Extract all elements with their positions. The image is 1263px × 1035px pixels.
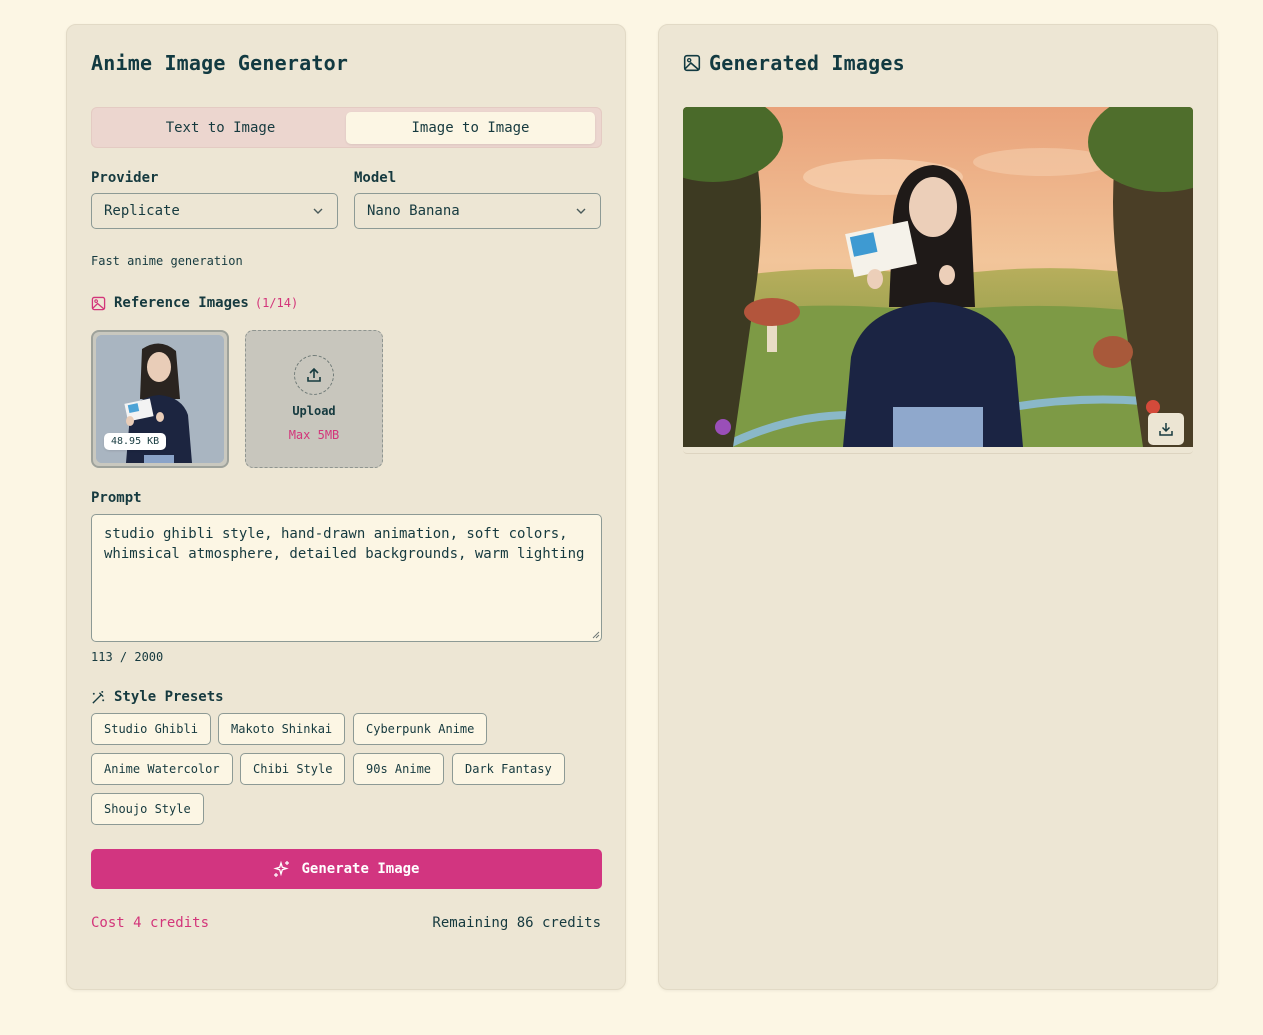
remaining-credits: Remaining 86 credits xyxy=(432,915,601,931)
prompt-input[interactable]: studio ghibli style, hand-drawn animatio… xyxy=(91,514,602,642)
mode-tabs: Text to Image Image to Image xyxy=(91,107,602,148)
prompt-label: Prompt xyxy=(91,490,142,506)
upload-label: Upload xyxy=(292,404,336,418)
page-title: Anime Image Generator xyxy=(91,51,349,75)
chevron-down-icon xyxy=(313,208,323,214)
reference-images-label: Reference Images xyxy=(114,295,249,311)
preset-chibi-style[interactable]: Chibi Style xyxy=(240,753,346,785)
results-title-label: Generated Images xyxy=(709,51,905,75)
preset-shoujo-style[interactable]: Shoujo Style xyxy=(91,793,204,825)
model-hint: Fast anime generation xyxy=(91,254,243,268)
upload-icon xyxy=(294,355,334,395)
reference-images-count: (1/14) xyxy=(254,296,299,310)
generator-panel: Anime Image Generator Text to Image Imag… xyxy=(66,24,626,990)
sparkles-icon xyxy=(273,860,290,877)
tab-image-to-image[interactable]: Image to Image xyxy=(346,112,595,144)
generated-image xyxy=(683,107,1193,447)
upload-limit: Max 5MB xyxy=(288,428,340,442)
download-icon xyxy=(1159,423,1173,436)
generated-image-card[interactable] xyxy=(683,107,1193,454)
provider-select[interactable]: Replicate xyxy=(91,193,338,229)
model-select[interactable]: Nano Banana xyxy=(354,193,601,229)
preset-studio-ghibli[interactable]: Studio Ghibli xyxy=(91,713,211,745)
upload-dropzone[interactable]: Upload Max 5MB xyxy=(245,330,383,468)
wand-icon xyxy=(92,690,105,704)
style-presets-header: Style Presets xyxy=(91,689,224,705)
image-icon xyxy=(683,54,701,72)
results-panel: Generated Images xyxy=(658,24,1218,990)
model-value: Nano Banana xyxy=(367,203,460,219)
provider-label: Provider xyxy=(91,170,159,186)
image-icon xyxy=(91,296,106,310)
prompt-char-counter: 113 / 2000 xyxy=(91,650,164,664)
model-label: Model xyxy=(354,170,397,186)
generate-image-button[interactable]: Generate Image xyxy=(91,849,602,889)
results-title: Generated Images xyxy=(683,51,905,75)
preset-cyberpunk-anime[interactable]: Cyberpunk Anime xyxy=(353,713,488,745)
file-size-badge: 48.95 KB xyxy=(104,433,167,450)
resize-grip-icon[interactable] xyxy=(592,631,600,639)
preset-90s-anime[interactable]: 90s Anime xyxy=(353,753,445,785)
preset-makoto-shinkai[interactable]: Makoto Shinkai xyxy=(218,713,346,745)
provider-value: Replicate xyxy=(104,203,180,219)
style-presets-label: Style Presets xyxy=(114,689,224,705)
cost-credits: Cost 4 credits xyxy=(91,915,210,931)
download-button[interactable] xyxy=(1148,413,1184,445)
tab-text-to-image[interactable]: Text to Image xyxy=(96,112,345,144)
reference-images-header: Reference Images (1/14) xyxy=(91,295,298,311)
preset-anime-watercolor[interactable]: Anime Watercolor xyxy=(91,753,233,785)
preset-dark-fantasy[interactable]: Dark Fantasy xyxy=(452,753,565,785)
reference-thumbnail[interactable]: 48.95 KB xyxy=(91,330,229,468)
chevron-down-icon xyxy=(576,208,586,214)
generate-image-label: Generate Image xyxy=(301,861,420,877)
